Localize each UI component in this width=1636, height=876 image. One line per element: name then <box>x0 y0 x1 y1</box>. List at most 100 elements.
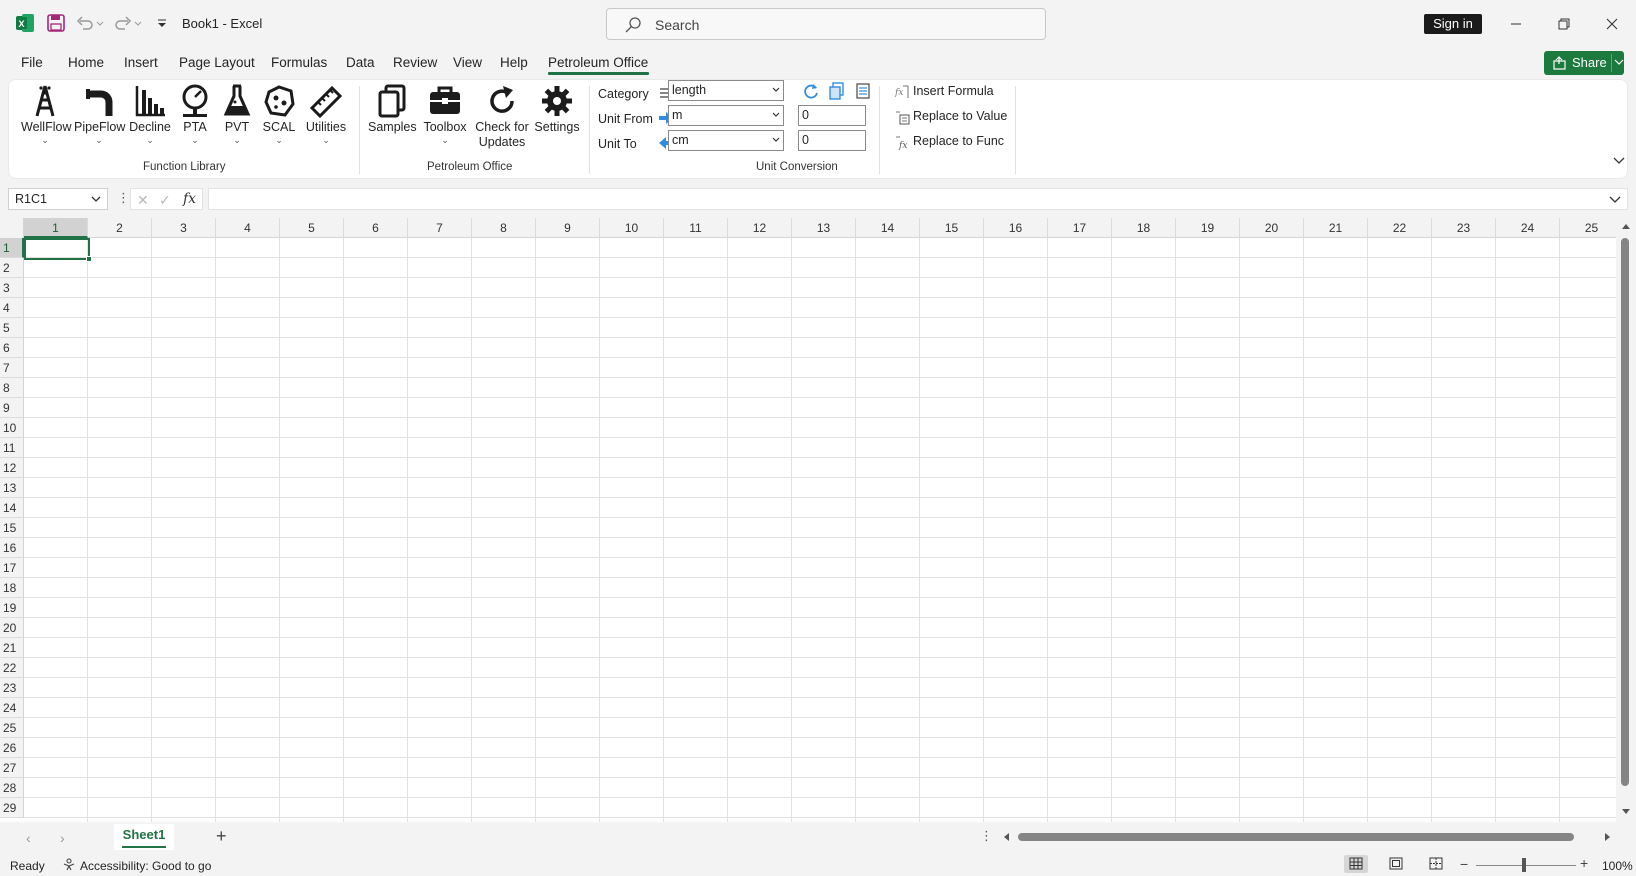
replace-to-value-button[interactable]: Replace to Value <box>894 109 1014 125</box>
tab-page-layout[interactable]: Page Layout <box>179 55 255 70</box>
row-header[interactable]: 3 <box>0 278 24 298</box>
sheet-tab-sheet1[interactable]: Sheet1 <box>114 824 174 850</box>
column-header[interactable]: 15 <box>920 218 984 238</box>
redo-icon[interactable] <box>114 14 132 32</box>
tab-data[interactable]: Data <box>346 55 375 70</box>
row-header[interactable]: 1 <box>0 238 24 258</box>
row-header[interactable]: 7 <box>0 358 24 378</box>
column-header[interactable]: 23 <box>1432 218 1496 238</box>
column-header[interactable]: 1 <box>24 218 88 238</box>
row-header[interactable]: 26 <box>0 738 24 758</box>
row-header[interactable]: 29 <box>0 798 24 818</box>
formula-input[interactable] <box>208 188 1628 210</box>
column-header[interactable]: 17 <box>1048 218 1112 238</box>
insert-formula-button[interactable]: fx Insert Formula <box>894 84 1004 100</box>
minimize-icon[interactable] <box>1502 10 1530 38</box>
copy-icon[interactable] <box>828 82 846 100</box>
column-header[interactable]: 14 <box>856 218 920 238</box>
category-dropdown[interactable]: length <box>668 80 784 101</box>
row-header[interactable]: 22 <box>0 658 24 678</box>
row-header[interactable]: 6 <box>0 338 24 358</box>
enter-icon[interactable]: ✓ <box>159 192 171 209</box>
scroll-right-icon[interactable] <box>1604 832 1612 842</box>
tab-review[interactable]: Review <box>393 55 437 70</box>
row-header[interactable]: 23 <box>0 678 24 698</box>
horizontal-scroll-thumb[interactable] <box>1018 833 1574 841</box>
column-header[interactable]: 6 <box>344 218 408 238</box>
cancel-icon[interactable]: ✕ <box>137 192 149 209</box>
utilities-button[interactable]: Utilities ⌄ <box>303 84 349 145</box>
column-header[interactable]: 3 <box>152 218 216 238</box>
page-break-view-button[interactable] <box>1424 855 1448 873</box>
tab-options-icon[interactable]: ⋮ <box>980 828 993 844</box>
column-header[interactable]: 24 <box>1496 218 1560 238</box>
close-icon[interactable] <box>1598 10 1626 38</box>
undo-icon[interactable] <box>76 14 94 32</box>
row-header[interactable]: 28 <box>0 778 24 798</box>
column-header[interactable]: 7 <box>408 218 472 238</box>
wellflow-button[interactable]: WellFlow ⌄ <box>21 84 71 145</box>
row-header[interactable]: 8 <box>0 378 24 398</box>
next-sheet-icon[interactable]: › <box>60 830 65 846</box>
row-header[interactable]: 14 <box>0 498 24 518</box>
tab-view[interactable]: View <box>453 55 482 70</box>
zoom-slider-thumb[interactable] <box>1522 858 1526 872</box>
convert-refresh-icon[interactable] <box>802 82 820 100</box>
column-header[interactable]: 9 <box>536 218 600 238</box>
zoom-slider[interactable] <box>1476 865 1576 866</box>
vertical-scroll-thumb[interactable] <box>1621 238 1629 786</box>
insert-function-icon[interactable]: fx <box>183 191 196 207</box>
add-sheet-icon[interactable]: + <box>216 826 227 847</box>
column-header[interactable]: 19 <box>1176 218 1240 238</box>
settings-button[interactable]: Settings <box>532 84 582 135</box>
column-header[interactable]: 13 <box>792 218 856 238</box>
tab-help[interactable]: Help <box>500 55 528 70</box>
redo-dropdown-icon[interactable] <box>134 14 142 32</box>
restore-icon[interactable] <box>1550 10 1578 38</box>
zoom-level[interactable]: 100% <box>1602 859 1633 873</box>
row-header[interactable]: 18 <box>0 578 24 598</box>
pipeflow-button[interactable]: PipeFlow ⌄ <box>74 84 125 145</box>
column-header[interactable]: 22 <box>1368 218 1432 238</box>
collapse-ribbon-icon[interactable] <box>1613 156 1625 166</box>
column-header[interactable]: 12 <box>728 218 792 238</box>
accessibility-status[interactable]: Accessibility: Good to go <box>62 857 211 874</box>
row-header[interactable]: 17 <box>0 558 24 578</box>
prev-sheet-icon[interactable]: ‹ <box>26 830 31 846</box>
more-options-icon[interactable]: ⋮ <box>117 190 130 206</box>
column-header[interactable]: 16 <box>984 218 1048 238</box>
sign-in-button[interactable]: Sign in <box>1424 14 1482 34</box>
decline-button[interactable]: Decline ⌄ <box>128 84 172 145</box>
column-header[interactable]: 4 <box>216 218 280 238</box>
column-header[interactable]: 2 <box>88 218 152 238</box>
pta-button[interactable]: PTA ⌄ <box>175 84 215 145</box>
check-for-updates-button[interactable]: Check for Updates <box>472 84 532 150</box>
column-header[interactable]: 21 <box>1304 218 1368 238</box>
zoom-in-icon[interactable]: + <box>1580 855 1588 871</box>
cell-area[interactable] <box>24 238 1616 822</box>
row-header[interactable]: 20 <box>0 618 24 638</box>
scroll-up-icon[interactable] <box>1621 222 1631 230</box>
selected-cell[interactable] <box>24 238 90 260</box>
share-dropdown-icon[interactable] <box>1614 56 1624 68</box>
normal-view-button[interactable] <box>1344 855 1368 873</box>
scroll-left-icon[interactable] <box>1002 832 1010 842</box>
row-header[interactable]: 10 <box>0 418 24 438</box>
row-header[interactable]: 2 <box>0 258 24 278</box>
undo-dropdown-icon[interactable] <box>96 14 104 32</box>
unit-from-dropdown[interactable]: m <box>668 105 784 126</box>
row-header[interactable]: 13 <box>0 478 24 498</box>
tab-formulas[interactable]: Formulas <box>271 55 327 70</box>
row-header[interactable]: 4 <box>0 298 24 318</box>
page-layout-view-button[interactable] <box>1384 855 1408 873</box>
column-header[interactable]: 8 <box>472 218 536 238</box>
fill-handle[interactable] <box>86 256 92 262</box>
save-icon[interactable] <box>47 14 65 32</box>
column-header[interactable]: 25 <box>1560 218 1624 238</box>
tab-home[interactable]: Home <box>68 55 104 70</box>
customize-toolbar-icon[interactable] <box>156 14 168 32</box>
share-button[interactable]: Share <box>1544 51 1624 75</box>
row-header[interactable]: 19 <box>0 598 24 618</box>
column-header[interactable]: 18 <box>1112 218 1176 238</box>
row-header[interactable]: 25 <box>0 718 24 738</box>
